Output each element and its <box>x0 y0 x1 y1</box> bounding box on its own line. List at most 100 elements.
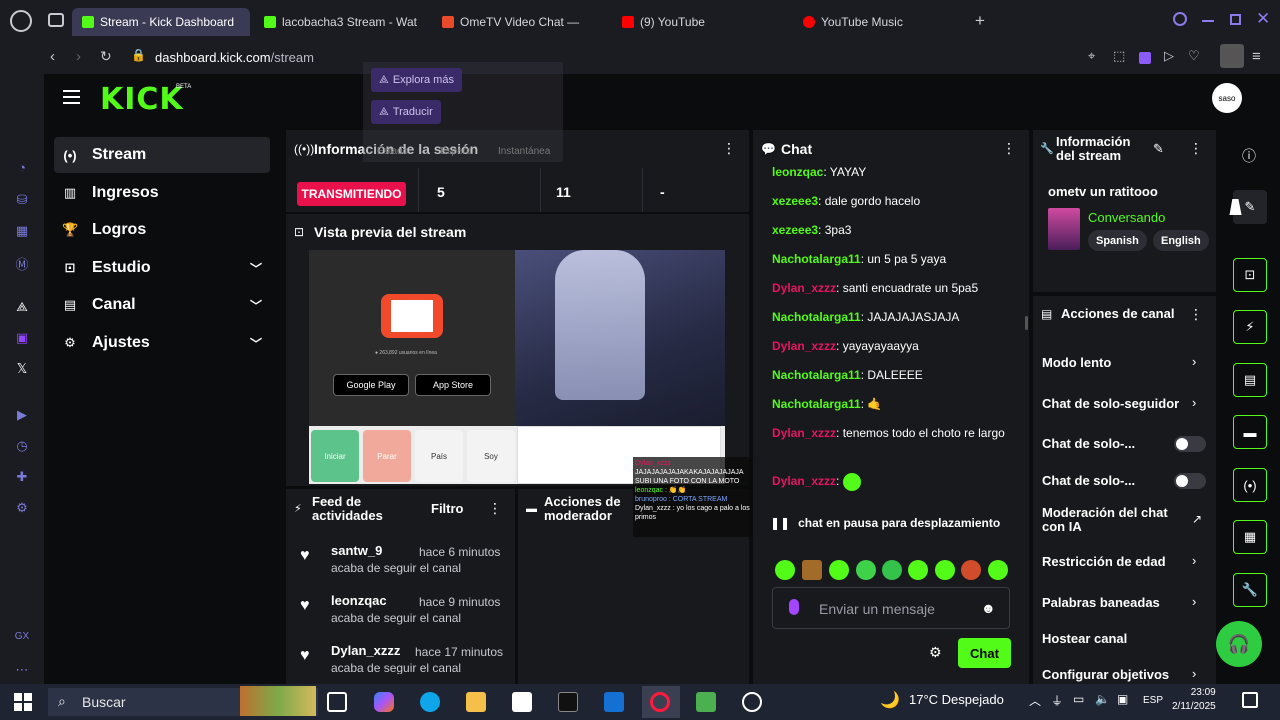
emote-icon[interactable] <box>856 560 876 580</box>
android-icon[interactable] <box>696 692 716 712</box>
minimize-icon[interactable] <box>1202 20 1214 22</box>
obs-icon[interactable] <box>742 692 762 712</box>
chat-tool-icon[interactable]: ▬ <box>1233 415 1267 449</box>
messenger-icon[interactable]: Ⓜ <box>14 254 30 272</box>
filter-button[interactable]: Filtro <box>431 501 464 516</box>
slow-mode-action[interactable]: Modo lento <box>1042 355 1111 370</box>
new-tab-button[interactable]: + <box>975 11 985 31</box>
subscribers-only-toggle[interactable] <box>1174 436 1206 452</box>
sidebar-item-ajustes[interactable]: ⚙ Ajustes ﹀ <box>54 325 270 361</box>
sidebar-item-canal[interactable]: ▤ Canal ﹀ <box>54 287 270 323</box>
sidebar-item-ingresos[interactable]: ▥ Ingresos <box>54 175 270 211</box>
ai-moderation-action[interactable]: Moderación del chat con IA <box>1042 506 1177 534</box>
more-options-icon[interactable]: ⋮ <box>488 500 502 517</box>
notifications-icon[interactable] <box>1242 692 1258 708</box>
chevron-up-icon[interactable]: ︿ <box>1029 692 1041 709</box>
volume-icon[interactable]: 🔈 <box>1095 692 1110 706</box>
more-options-icon[interactable]: ⋮ <box>722 140 736 157</box>
tab-youtube[interactable]: (9) YouTube <box>612 8 782 36</box>
shopping-icon[interactable]: ⛁ <box>14 192 30 208</box>
feed-username[interactable]: Dylan_xzzz <box>331 643 400 658</box>
close-window-icon[interactable]: ✕ <box>1256 9 1270 29</box>
x-twitter-icon[interactable]: 𝕏 <box>14 361 30 377</box>
vpn-shield-icon[interactable] <box>1139 52 1151 64</box>
opera-logo-icon[interactable] <box>10 10 32 32</box>
network-icon[interactable]: ▭ <box>1073 692 1084 706</box>
lightning-tool-icon[interactable]: ⚡ <box>1233 310 1267 344</box>
usb-icon[interactable]: ⏚ <box>1051 692 1063 709</box>
emote-icon[interactable] <box>882 560 902 580</box>
document-tool-icon[interactable]: ▤ <box>1233 363 1267 397</box>
history-icon[interactable]: ◷ <box>14 438 30 454</box>
more-options-icon[interactable]: ⋮ <box>1189 306 1203 323</box>
windows-start-icon[interactable] <box>14 693 32 711</box>
preview-tool-icon[interactable]: ⊡ <box>1233 258 1267 292</box>
copilot-icon[interactable] <box>374 692 394 712</box>
mod-tool-icon[interactable]: ▦ <box>1233 520 1267 554</box>
kick-logo[interactable]: KICK <box>100 82 184 117</box>
emote-icon[interactable] <box>961 560 981 580</box>
emote-icon[interactable] <box>935 560 955 580</box>
microphone-icon[interactable] <box>789 599 799 615</box>
weather-text[interactable]: 17°C Despejado <box>909 692 1004 707</box>
edge-icon[interactable] <box>420 692 440 712</box>
edit-icon[interactable]: ✎ <box>1153 141 1164 157</box>
chat-settings-icon[interactable]: ⚙ <box>929 644 942 661</box>
settings-icon[interactable]: ⚙ <box>14 500 30 516</box>
tab-lacobacha3[interactable]: lacobacha3 Stream - Wat <box>254 8 424 36</box>
translate-button[interactable]: ⟁ Traducir <box>371 100 441 124</box>
opera-gx-icon[interactable] <box>650 692 670 712</box>
tag-english[interactable]: English <box>1153 230 1209 251</box>
support-headset-icon[interactable]: 🎧 <box>1216 621 1262 667</box>
crop-icon[interactable]: ⬚ <box>1113 48 1125 64</box>
age-restriction-action[interactable]: Restricción de edad <box>1042 554 1166 569</box>
crypto-wallet-icon[interactable]: ▦ <box>14 223 30 239</box>
url-field[interactable]: dashboard.kick.com/stream <box>155 50 314 65</box>
microsoft-store-icon[interactable] <box>512 692 532 712</box>
terminal-icon[interactable] <box>558 692 578 712</box>
feed-username[interactable]: leonzqac <box>331 593 387 608</box>
send-icon[interactable]: ▷ <box>1164 48 1174 64</box>
kick-sidebar-icon[interactable]: ⟁ <box>14 299 30 315</box>
category-link[interactable]: Conversando <box>1088 210 1165 225</box>
tab-youtube-music[interactable]: YouTube Music <box>793 8 963 36</box>
extensions-icon[interactable]: ✚ <box>14 469 30 485</box>
avatar[interactable]: saso <box>1212 83 1242 113</box>
file-explorer-icon[interactable] <box>466 692 486 712</box>
task-view-icon[interactable] <box>327 692 347 712</box>
more-options-icon[interactable]: ⋮ <box>1189 140 1203 157</box>
emote-icon[interactable] <box>775 560 795 580</box>
tab-ometv[interactable]: OmeTV Video Chat — <box>432 8 602 36</box>
chat-paused-banner[interactable]: ❚❚ chat en pausa para desplazamiento <box>762 510 1020 536</box>
explore-more-button[interactable]: ⟁ Explora más <box>371 68 462 92</box>
category-thumbnail[interactable] <box>1048 208 1080 250</box>
broadcast-tool-icon[interactable]: (•) <box>1233 468 1267 502</box>
extension-icon[interactable] <box>1220 44 1244 68</box>
taskbar-clock[interactable]: 23:09 2/11/2025 <box>1172 686 1216 714</box>
set-goals-action[interactable]: Configurar objetivos <box>1042 667 1169 684</box>
chat-message-input[interactable]: Enviar un mensaje ☻ <box>772 587 1010 629</box>
snapshot-icon[interactable]: ⌖ <box>1088 48 1095 64</box>
emote-icon[interactable] <box>802 560 822 580</box>
emote-icon[interactable] <box>829 560 849 580</box>
send-chat-button[interactable]: Chat <box>958 638 1011 668</box>
wrench-tool-icon[interactable]: 🔧 <box>1233 573 1267 607</box>
chat-scrollbar[interactable] <box>1025 316 1028 330</box>
emotes-only-toggle[interactable] <box>1174 473 1206 489</box>
player-icon[interactable]: ▶ <box>14 407 30 423</box>
sidebar-item-stream[interactable]: (•) Stream <box>54 137 270 173</box>
restore-icon[interactable] <box>1230 14 1241 25</box>
aria-icon[interactable]: ◔ <box>14 160 30 176</box>
battery-icon[interactable]: ▣ <box>1117 692 1128 706</box>
emote-icon[interactable] <box>988 560 1008 580</box>
reload-icon[interactable]: ↻ <box>100 48 112 65</box>
sidebar-item-estudio[interactable]: ⊡ Estudio ﹀ <box>54 250 270 286</box>
workspaces-icon[interactable] <box>48 13 64 27</box>
heart-icon[interactable]: ♡ <box>1188 48 1200 64</box>
host-channel-action[interactable]: Hostear canal <box>1042 631 1127 646</box>
info-icon[interactable]: ⓘ <box>1242 146 1256 166</box>
outlook-icon[interactable] <box>604 692 624 712</box>
more-icon[interactable]: ⋯ <box>14 662 30 678</box>
tab-search-icon[interactable] <box>1173 12 1187 26</box>
more-options-icon[interactable]: ⋮ <box>1002 140 1016 157</box>
